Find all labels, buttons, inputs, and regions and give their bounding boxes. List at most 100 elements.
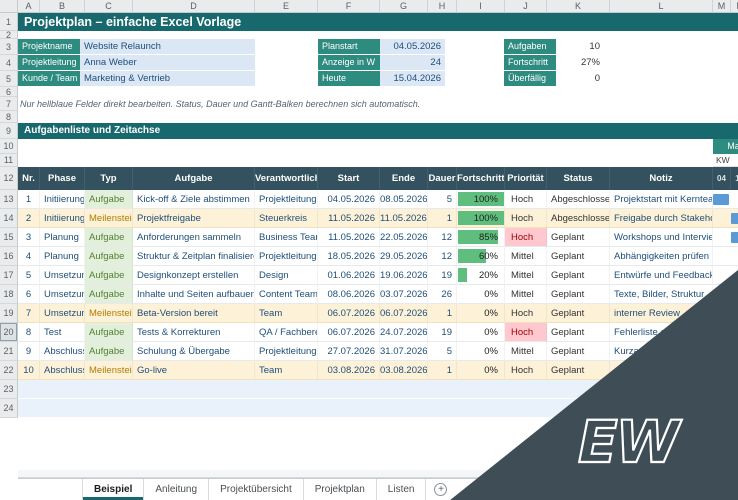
cell-dauer[interactable]: 19	[428, 323, 457, 342]
row-header[interactable]: 15	[0, 228, 18, 247]
sheet-tab[interactable]: Anleitung	[144, 479, 210, 500]
cell-aufgabe[interactable]: Go-live	[133, 361, 255, 380]
cell-dauer[interactable]: 19	[428, 266, 457, 285]
cell-gantt[interactable]	[713, 190, 738, 209]
cell-fortschritt[interactable]: 85%	[457, 228, 505, 247]
row-header[interactable]: 12	[0, 167, 18, 190]
cell-typ[interactable]: Aufgabe	[85, 266, 133, 285]
row-header[interactable]: 19	[0, 304, 18, 323]
cell-notiz[interactable]: Projektstart mit Kernteam	[610, 190, 713, 209]
cell-prioritaet[interactable]: Mittel	[505, 342, 547, 361]
cell-start[interactable]: 18.05.2026	[318, 247, 380, 266]
cell-verantwortlich[interactable]: Team	[255, 304, 318, 323]
sheet-tab[interactable]: Projektplan	[304, 479, 377, 500]
column-header[interactable]: B	[40, 0, 85, 13]
sheet-title-cell[interactable]: Projektplan – einfache Excel Vorlage	[18, 13, 738, 31]
header-verantwortlich[interactable]: Verantwortlich	[255, 167, 318, 190]
sheet-tab[interactable]: +	[426, 479, 455, 500]
cell-aufgabe[interactable]: Designkonzept erstellen	[133, 266, 255, 285]
cell-phase[interactable]: Initiierung	[40, 209, 85, 228]
column-header[interactable]: H	[428, 0, 457, 13]
row-header[interactable]: 7	[0, 97, 18, 111]
cell-status[interactable]: Geplant	[547, 361, 610, 380]
cell-dauer[interactable]: 1	[428, 209, 457, 228]
cell-status[interactable]: Abgeschlossen	[547, 209, 610, 228]
row-header[interactable]: 23	[0, 380, 18, 399]
row-header[interactable]: 8	[0, 111, 18, 123]
cell-dauer[interactable]: 26	[428, 285, 457, 304]
cell-status[interactable]: Abgeschlossen	[547, 190, 610, 209]
cell-start[interactable]: 27.07.2026	[318, 342, 380, 361]
cell-nr[interactable]: 5	[18, 266, 40, 285]
header-status[interactable]: Status	[547, 167, 610, 190]
cell-fortschritt[interactable]: 0%	[457, 285, 505, 304]
cell-start[interactable]: 04.05.2026	[318, 190, 380, 209]
cell-phase[interactable]: Umsetzung	[40, 285, 85, 304]
cell-status[interactable]: Geplant	[547, 247, 610, 266]
column-header[interactable]: J	[505, 0, 547, 13]
cell-notiz[interactable]: Texte, Bilder, Struktur	[610, 285, 713, 304]
cell-ende[interactable]: 08.05.2026	[380, 190, 428, 209]
cell-typ[interactable]: Meilenstein	[85, 304, 133, 323]
gantt-month-header[interactable]: Mai	[713, 139, 738, 154]
cell-gantt[interactable]	[713, 247, 738, 266]
cell-aufgabe[interactable]: Inhalte und Seiten aufbauen	[133, 285, 255, 304]
column-header[interactable]: G	[380, 0, 428, 13]
column-header[interactable]: N	[731, 0, 738, 13]
cell-nr[interactable]: 8	[18, 323, 40, 342]
cell-dauer[interactable]: 12	[428, 247, 457, 266]
cell-gantt[interactable]	[713, 209, 738, 228]
cell-prioritaet[interactable]: Hoch	[505, 228, 547, 247]
project-info-value[interactable]: Website Relaunch	[80, 39, 255, 55]
cell-notiz[interactable]: Freigabe durch Stakeholder	[610, 209, 713, 228]
cell-fortschritt[interactable]: 20%	[457, 266, 505, 285]
cell-ende[interactable]: 03.08.2026	[380, 361, 428, 380]
cell-prioritaet[interactable]: Hoch	[505, 323, 547, 342]
cell-start[interactable]: 06.07.2026	[318, 304, 380, 323]
row-header[interactable]: 16	[0, 247, 18, 266]
header-prioritaet[interactable]: Priorität	[505, 167, 547, 190]
cell-prioritaet[interactable]: Hoch	[505, 209, 547, 228]
cell-typ[interactable]: Meilenstein	[85, 361, 133, 380]
column-header[interactable]: D	[133, 0, 255, 13]
cell-prioritaet[interactable]: Hoch	[505, 190, 547, 209]
cell-aufgabe[interactable]: Kick-off & Ziele abstimmen	[133, 190, 255, 209]
cell-phase[interactable]: Planung	[40, 228, 85, 247]
row-header[interactable]: 9	[0, 123, 18, 139]
row-header[interactable]: 13	[0, 190, 18, 209]
cell-phase[interactable]: Test	[40, 323, 85, 342]
cell-dauer[interactable]: 5	[428, 190, 457, 209]
cell-dauer[interactable]: 1	[428, 361, 457, 380]
column-header[interactable]: C	[85, 0, 133, 13]
cell-prioritaet[interactable]: Hoch	[505, 361, 547, 380]
cell-nr[interactable]: 4	[18, 247, 40, 266]
cell-aufgabe[interactable]: Projektfreigabe	[133, 209, 255, 228]
cell-notiz[interactable]: Abhängigkeiten prüfen	[610, 247, 713, 266]
cell-verantwortlich[interactable]: Business Team	[255, 228, 318, 247]
cell-typ[interactable]: Aufgabe	[85, 247, 133, 266]
row-header[interactable]: 24	[0, 399, 18, 418]
header-phase[interactable]: Phase	[40, 167, 85, 190]
header-nr[interactable]: Nr.	[18, 167, 40, 190]
header-start[interactable]: Start	[318, 167, 380, 190]
cell-verantwortlich[interactable]: Design	[255, 266, 318, 285]
cell-nr[interactable]: 2	[18, 209, 40, 228]
cell-verantwortlich[interactable]: Projektleitung	[255, 190, 318, 209]
cell-start[interactable]: 06.07.2026	[318, 323, 380, 342]
cell-phase[interactable]: Planung	[40, 247, 85, 266]
cell-start[interactable]: 03.08.2026	[318, 361, 380, 380]
sheet-tab[interactable]: Projektübersicht	[209, 479, 304, 500]
cell-verantwortlich[interactable]: Projektleitung	[255, 247, 318, 266]
cell-fortschritt[interactable]: 0%	[457, 361, 505, 380]
sheet-tab[interactable]: Listen	[377, 479, 427, 500]
cell-phase[interactable]: Abschluss	[40, 342, 85, 361]
cell-status[interactable]: Geplant	[547, 285, 610, 304]
cell-ende[interactable]: 03.07.2026	[380, 285, 428, 304]
project-info-value[interactable]: Anna Weber	[80, 55, 255, 71]
cell-notiz[interactable]: Entwürfe und Feedback	[610, 266, 713, 285]
cell-status[interactable]: Geplant	[547, 304, 610, 323]
cell-verantwortlich[interactable]: Steuerkreis	[255, 209, 318, 228]
cell-fortschritt[interactable]: 0%	[457, 323, 505, 342]
cell-aufgabe[interactable]: Anforderungen sammeln	[133, 228, 255, 247]
row-header[interactable]: 11	[0, 154, 18, 167]
